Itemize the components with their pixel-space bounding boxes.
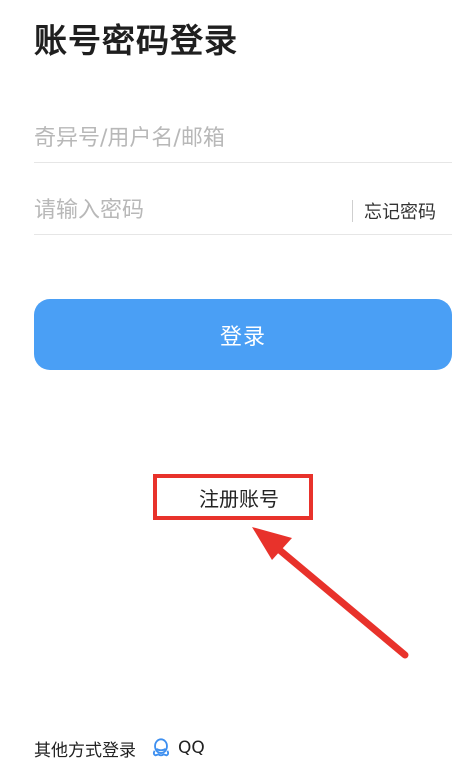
qq-icon <box>152 738 170 757</box>
annotation-arrow <box>252 527 409 659</box>
qq-label: QQ <box>178 738 205 758</box>
register-highlight-box: 注册账号 <box>153 474 313 520</box>
password-input[interactable] <box>34 188 334 232</box>
login-button[interactable]: 登录 <box>34 299 452 370</box>
page-title: 账号密码登录 <box>34 21 238 60</box>
register-account-link[interactable]: 注册账号 <box>157 478 309 516</box>
account-field <box>34 116 452 163</box>
qq-login-button[interactable]: QQ <box>150 737 205 759</box>
password-field: 忘记密码 <box>34 188 452 235</box>
forgot-password-link[interactable]: 忘记密码 <box>364 198 436 224</box>
account-input[interactable] <box>34 116 452 160</box>
other-login-label: 其他方式登录 <box>34 740 136 761</box>
field-divider <box>352 200 353 222</box>
other-login-row: 其他方式登录 QQ <box>34 734 205 762</box>
